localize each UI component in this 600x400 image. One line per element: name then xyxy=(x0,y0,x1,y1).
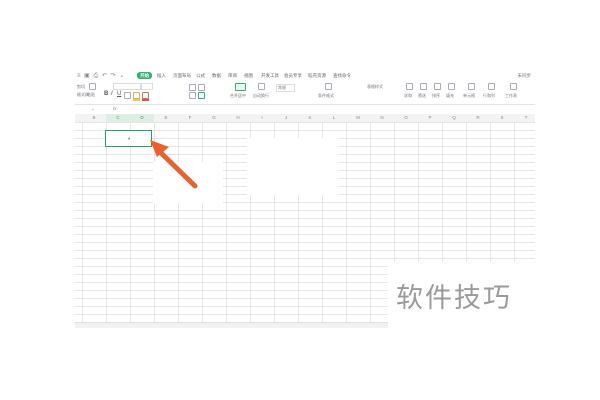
watermark-text: 软件技巧 xyxy=(396,283,512,314)
annotation-arrow-icon xyxy=(150,140,198,189)
